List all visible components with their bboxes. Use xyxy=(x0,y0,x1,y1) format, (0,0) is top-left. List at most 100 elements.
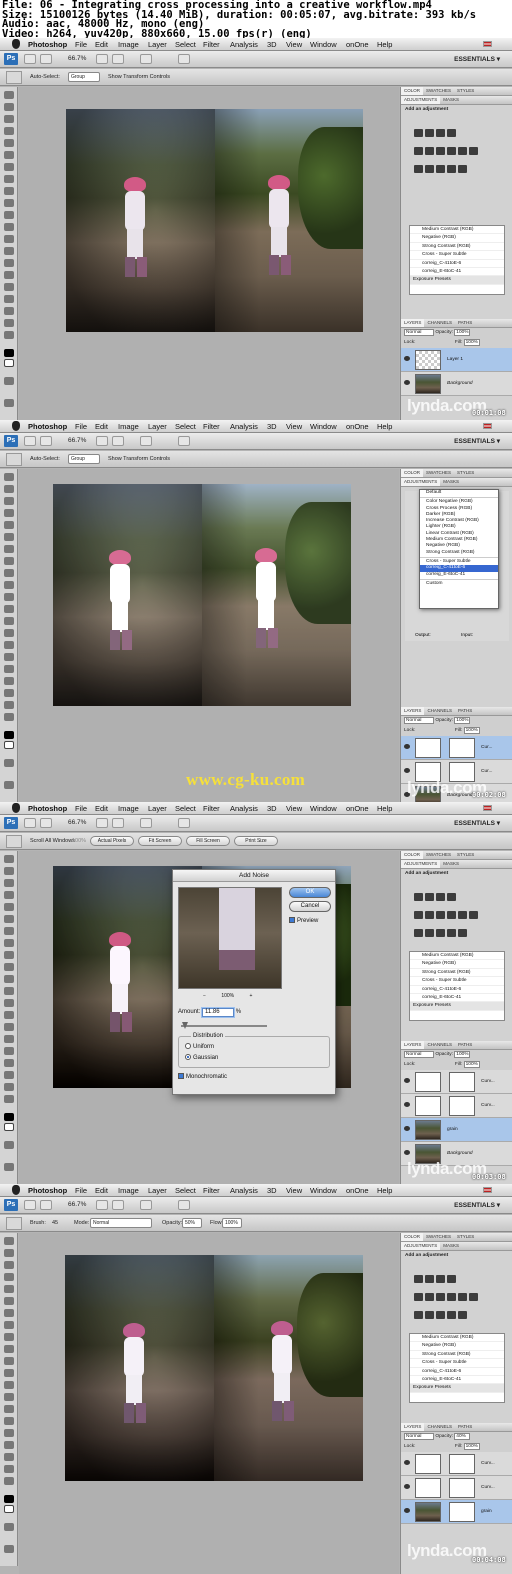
zoom-out-button[interactable]: − xyxy=(203,993,206,999)
tab-styles[interactable]: STYLES xyxy=(454,87,477,95)
move-tool-icon[interactable] xyxy=(4,1237,14,1245)
healing-tool-icon[interactable] xyxy=(4,1309,14,1317)
move-tool-icon[interactable] xyxy=(4,855,14,863)
quick-mask-icon[interactable] xyxy=(4,1141,14,1149)
menu-select[interactable]: Select xyxy=(175,40,196,49)
brightness-icon[interactable] xyxy=(414,129,423,137)
eyedropper-tool-icon[interactable] xyxy=(4,151,14,159)
menu-layer[interactable]: Layer xyxy=(148,804,167,813)
menu-item-default[interactable]: Default xyxy=(420,490,498,496)
foreground-color-swatch[interactable] xyxy=(4,1495,14,1503)
bridge-button[interactable] xyxy=(24,818,36,828)
channel-mixer-icon[interactable] xyxy=(469,911,478,919)
shape-tool-icon[interactable] xyxy=(4,1059,14,1067)
blur-tool-icon[interactable] xyxy=(4,617,14,625)
posterize-icon[interactable] xyxy=(425,929,434,937)
lasso-tool-icon[interactable] xyxy=(4,1261,14,1269)
menu-edit[interactable]: Edit xyxy=(95,1186,108,1195)
zoom-level[interactable]: 66.7% xyxy=(68,437,86,444)
menu-select[interactable]: Select xyxy=(175,1186,196,1195)
tab-styles[interactable]: STYLES xyxy=(454,1233,477,1241)
screen-mode-button[interactable] xyxy=(178,1200,190,1210)
eye-icon[interactable] xyxy=(404,744,410,749)
fill-field[interactable]: 100% xyxy=(463,1061,480,1068)
tab-masks[interactable]: MASKS xyxy=(440,1242,462,1250)
layer-row[interactable]: Curv... xyxy=(401,1070,512,1094)
shape-tool-icon[interactable] xyxy=(4,1441,14,1449)
apple-icon[interactable] xyxy=(12,1185,20,1195)
gradient-map-icon[interactable] xyxy=(447,165,456,173)
menu-window[interactable]: Window xyxy=(310,422,337,431)
eye-icon[interactable] xyxy=(404,1484,410,1489)
menu-view[interactable]: View xyxy=(286,422,302,431)
layer-row[interactable]: Cur... xyxy=(401,736,512,760)
menu-layer[interactable]: Layer xyxy=(148,1186,167,1195)
history-brush-tool-icon[interactable] xyxy=(4,199,14,207)
channel-mixer-icon[interactable] xyxy=(469,1293,478,1301)
history-brush-tool-icon[interactable] xyxy=(4,581,14,589)
menu-photoshop[interactable]: Photoshop xyxy=(28,40,67,49)
eye-icon[interactable] xyxy=(404,356,410,361)
menu-onone[interactable]: onOne xyxy=(346,804,369,813)
mode-select[interactable]: Normal xyxy=(90,1218,152,1228)
tab-adjustments[interactable]: ADJUSTMENTS xyxy=(401,96,441,104)
menu-item-custom[interactable]: Custom xyxy=(420,581,498,587)
levels-icon[interactable] xyxy=(425,893,434,901)
blur-tool-icon[interactable] xyxy=(4,1381,14,1389)
eraser-tool-icon[interactable] xyxy=(4,1357,14,1365)
tab-swatches[interactable]: SWATCHES xyxy=(423,87,454,95)
3d-tool-icon[interactable] xyxy=(4,689,14,697)
preset-item[interactable]: Strong Contrast (RGB) xyxy=(410,1351,504,1360)
zoom-tool-button[interactable] xyxy=(112,436,124,446)
color-balance-icon[interactable] xyxy=(436,1293,445,1301)
stamp-tool-icon[interactable] xyxy=(4,951,14,959)
preset-item[interactable]: Medium Contrast (RGB) xyxy=(410,952,504,961)
menu-photoshop[interactable]: Photoshop xyxy=(28,1186,67,1195)
menu-filter[interactable]: Filter xyxy=(203,804,220,813)
us-flag-icon[interactable] xyxy=(483,1187,492,1193)
opacity-field[interactable]: 100% xyxy=(454,717,471,724)
eraser-tool-icon[interactable] xyxy=(4,593,14,601)
preset-item[interactable]: Cross - Super Subtle xyxy=(410,1359,504,1368)
layer-name[interactable]: Cur... xyxy=(481,769,492,774)
preset-item[interactable]: correig_C-41toE-6 xyxy=(410,1368,504,1376)
eye-icon[interactable] xyxy=(404,1508,410,1513)
auto-select-checkbox[interactable]: Auto-Select: xyxy=(30,456,60,462)
type-tool-icon[interactable] xyxy=(4,1417,14,1425)
us-flag-icon[interactable] xyxy=(483,41,492,47)
blur-tool-icon[interactable] xyxy=(4,235,14,243)
menu-window[interactable]: Window xyxy=(310,40,337,49)
foreground-color-swatch[interactable] xyxy=(4,349,14,357)
tab-channels[interactable]: CHANNELS xyxy=(424,319,455,327)
stamp-tool-icon[interactable] xyxy=(4,569,14,577)
menu-3d[interactable]: 3D xyxy=(267,1186,277,1195)
menu-layer[interactable]: Layer xyxy=(148,422,167,431)
tab-styles[interactable]: STYLES xyxy=(454,851,477,859)
layer-name[interactable]: Layer 1 xyxy=(447,357,463,362)
menu-analysis[interactable]: Analysis xyxy=(230,40,258,49)
cancel-button[interactable]: Cancel xyxy=(289,901,331,912)
auto-select-target[interactable]: Group xyxy=(68,72,100,82)
selective-color-icon[interactable] xyxy=(458,165,467,173)
arrange-documents-button[interactable] xyxy=(140,1200,152,1210)
path-select-tool-icon[interactable] xyxy=(4,1429,14,1437)
layer-name[interactable]: Cur... xyxy=(481,745,492,750)
fill-field[interactable]: 100% xyxy=(463,339,480,346)
fill-screen-button[interactable]: Fill Screen xyxy=(186,836,230,846)
tool-preset-picker[interactable] xyxy=(6,71,22,84)
tab-channels[interactable]: CHANNELS xyxy=(424,1423,455,1431)
amount-slider[interactable] xyxy=(181,1025,267,1027)
zoom-tool-button[interactable] xyxy=(112,54,124,64)
preset-item[interactable]: correig_E-6toC-41 xyxy=(410,1376,504,1385)
crop-tool-icon[interactable] xyxy=(4,139,14,147)
document-canvas[interactable] xyxy=(19,87,399,420)
layer-name[interactable]: Curv... xyxy=(481,1461,495,1466)
bridge-button[interactable] xyxy=(24,436,36,446)
show-transform-checkbox[interactable]: Show Transform Controls xyxy=(108,74,170,80)
menu-view[interactable]: View xyxy=(286,804,302,813)
workspace-switcher[interactable]: ESSENTIALS ▾ xyxy=(454,819,500,827)
pen-tool-icon[interactable] xyxy=(4,641,14,649)
document-image[interactable] xyxy=(66,109,363,332)
menu-file[interactable]: File xyxy=(75,422,87,431)
menu-analysis[interactable]: Analysis xyxy=(230,1186,258,1195)
